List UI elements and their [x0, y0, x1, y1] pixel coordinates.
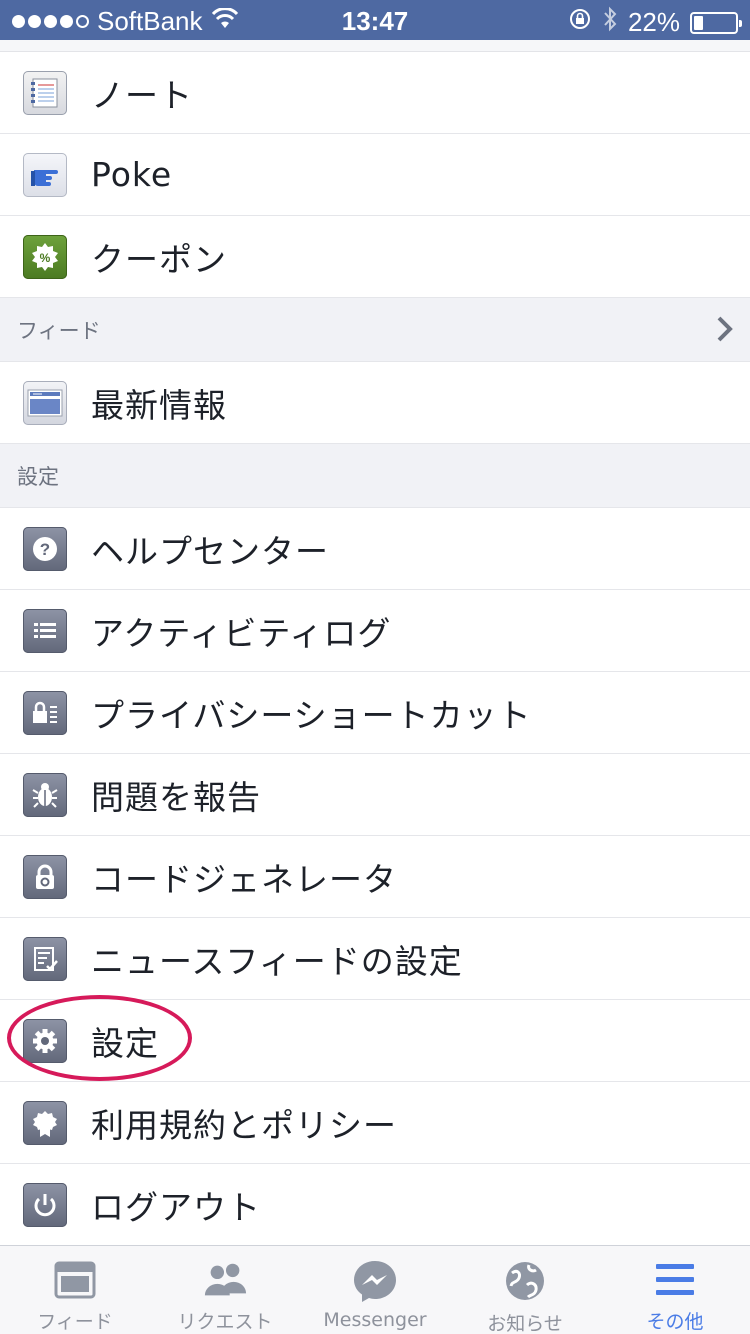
tab-feed[interactable]: フィード: [0, 1246, 150, 1334]
feed-icon: [52, 1259, 98, 1301]
menu-item-label: ノート: [91, 75, 193, 115]
more-menu-list: ノート Poke % クーポン フィード 最新情報 設定 ? ヘルプセンター ア…: [0, 40, 750, 1246]
bluetooth-icon: [602, 6, 618, 39]
messenger-icon: [352, 1259, 398, 1303]
menu-item-coupons[interactable]: % クーポン: [0, 216, 750, 298]
section-header-label: フィード: [17, 318, 101, 343]
battery-icon: [690, 11, 742, 34]
bug-icon: [23, 772, 67, 817]
menu-item-label: コードジェネレータ: [91, 859, 397, 899]
menu-item-label: Poke: [91, 155, 173, 194]
menu-item-label: 最新情報: [91, 385, 227, 425]
friends-icon: [202, 1259, 248, 1301]
menu-item-terms-policies[interactable]: 利用規約とポリシー: [0, 1082, 750, 1164]
terms-badge-icon: [23, 1100, 67, 1145]
menu-item-report-problem[interactable]: 問題を報告: [0, 754, 750, 836]
coupon-icon: %: [23, 234, 67, 279]
tab-notifications[interactable]: お知らせ: [450, 1246, 600, 1334]
menu-item-code-generator[interactable]: コードジェネレータ: [0, 836, 750, 918]
help-icon: ?: [23, 526, 67, 571]
gear-icon: [23, 1018, 67, 1063]
code-generator-lock-icon: [23, 854, 67, 899]
menu-item-poke[interactable]: Poke: [0, 134, 750, 216]
menu-item-label: 利用規約とポリシー: [91, 1105, 397, 1145]
status-bar: SoftBank 13:47 22%: [0, 0, 750, 40]
news-feed-settings-icon: [23, 936, 67, 981]
menu-item-news-feed-settings[interactable]: ニュースフィードの設定: [0, 918, 750, 1000]
battery-fill: [694, 15, 703, 30]
menu-item-help-center[interactable]: ? ヘルプセンター: [0, 508, 750, 590]
menu-item-label: 問題を報告: [91, 777, 261, 817]
menu-item-label: ログアウト: [91, 1187, 261, 1227]
menu-item-label: プライバシーショートカット: [91, 695, 532, 735]
menu-item-label: アクティビティログ: [91, 613, 392, 653]
activity-log-icon: [23, 608, 67, 653]
tab-label: その他: [646, 1311, 704, 1333]
menu-item-log-out[interactable]: ログアウト: [0, 1164, 750, 1246]
news-feed-icon: [23, 380, 67, 425]
menu-item-label: クーポン: [91, 239, 227, 279]
power-icon: [23, 1182, 67, 1227]
tab-more[interactable]: その他: [600, 1246, 750, 1334]
tab-label: リクエスト: [177, 1311, 273, 1333]
svg-text:%: %: [40, 251, 51, 265]
tab-messenger[interactable]: Messenger: [300, 1246, 450, 1334]
section-header-label: 設定: [17, 464, 59, 489]
tab-label: Messenger: [323, 1309, 427, 1331]
chevron-right-icon: [716, 314, 734, 349]
notebook-icon: [23, 70, 67, 115]
poke-hand-icon: [23, 152, 67, 197]
section-header-feed[interactable]: フィード: [0, 298, 750, 362]
svg-text:?: ?: [40, 540, 50, 559]
hamburger-menu-icon: [652, 1259, 698, 1301]
menu-item-label: 設定: [91, 1023, 159, 1063]
menu-item-label: ヘルプセンター: [91, 531, 329, 571]
tab-label: お知らせ: [487, 1313, 563, 1334]
rotation-lock-icon: [568, 7, 592, 38]
menu-item-news-feed[interactable]: 最新情報: [0, 362, 750, 444]
section-header-settings: 設定: [0, 444, 750, 508]
menu-item-label: ニュースフィードの設定: [91, 941, 463, 981]
list-top-spacer: [0, 40, 750, 52]
menu-item-notes[interactable]: ノート: [0, 52, 750, 134]
menu-item-privacy-shortcuts[interactable]: プライバシーショートカット: [0, 672, 750, 754]
tab-bar: フィード リクエスト Messenger お知らせ その他: [0, 1245, 750, 1334]
tab-requests[interactable]: リクエスト: [150, 1246, 300, 1334]
menu-item-activity-log[interactable]: アクティビティログ: [0, 590, 750, 672]
menu-item-settings[interactable]: 設定: [0, 1000, 750, 1082]
battery-percent: 22%: [627, 7, 680, 37]
privacy-lock-icon: [23, 690, 67, 735]
tab-label: フィード: [37, 1311, 113, 1333]
globe-icon: [502, 1259, 548, 1303]
